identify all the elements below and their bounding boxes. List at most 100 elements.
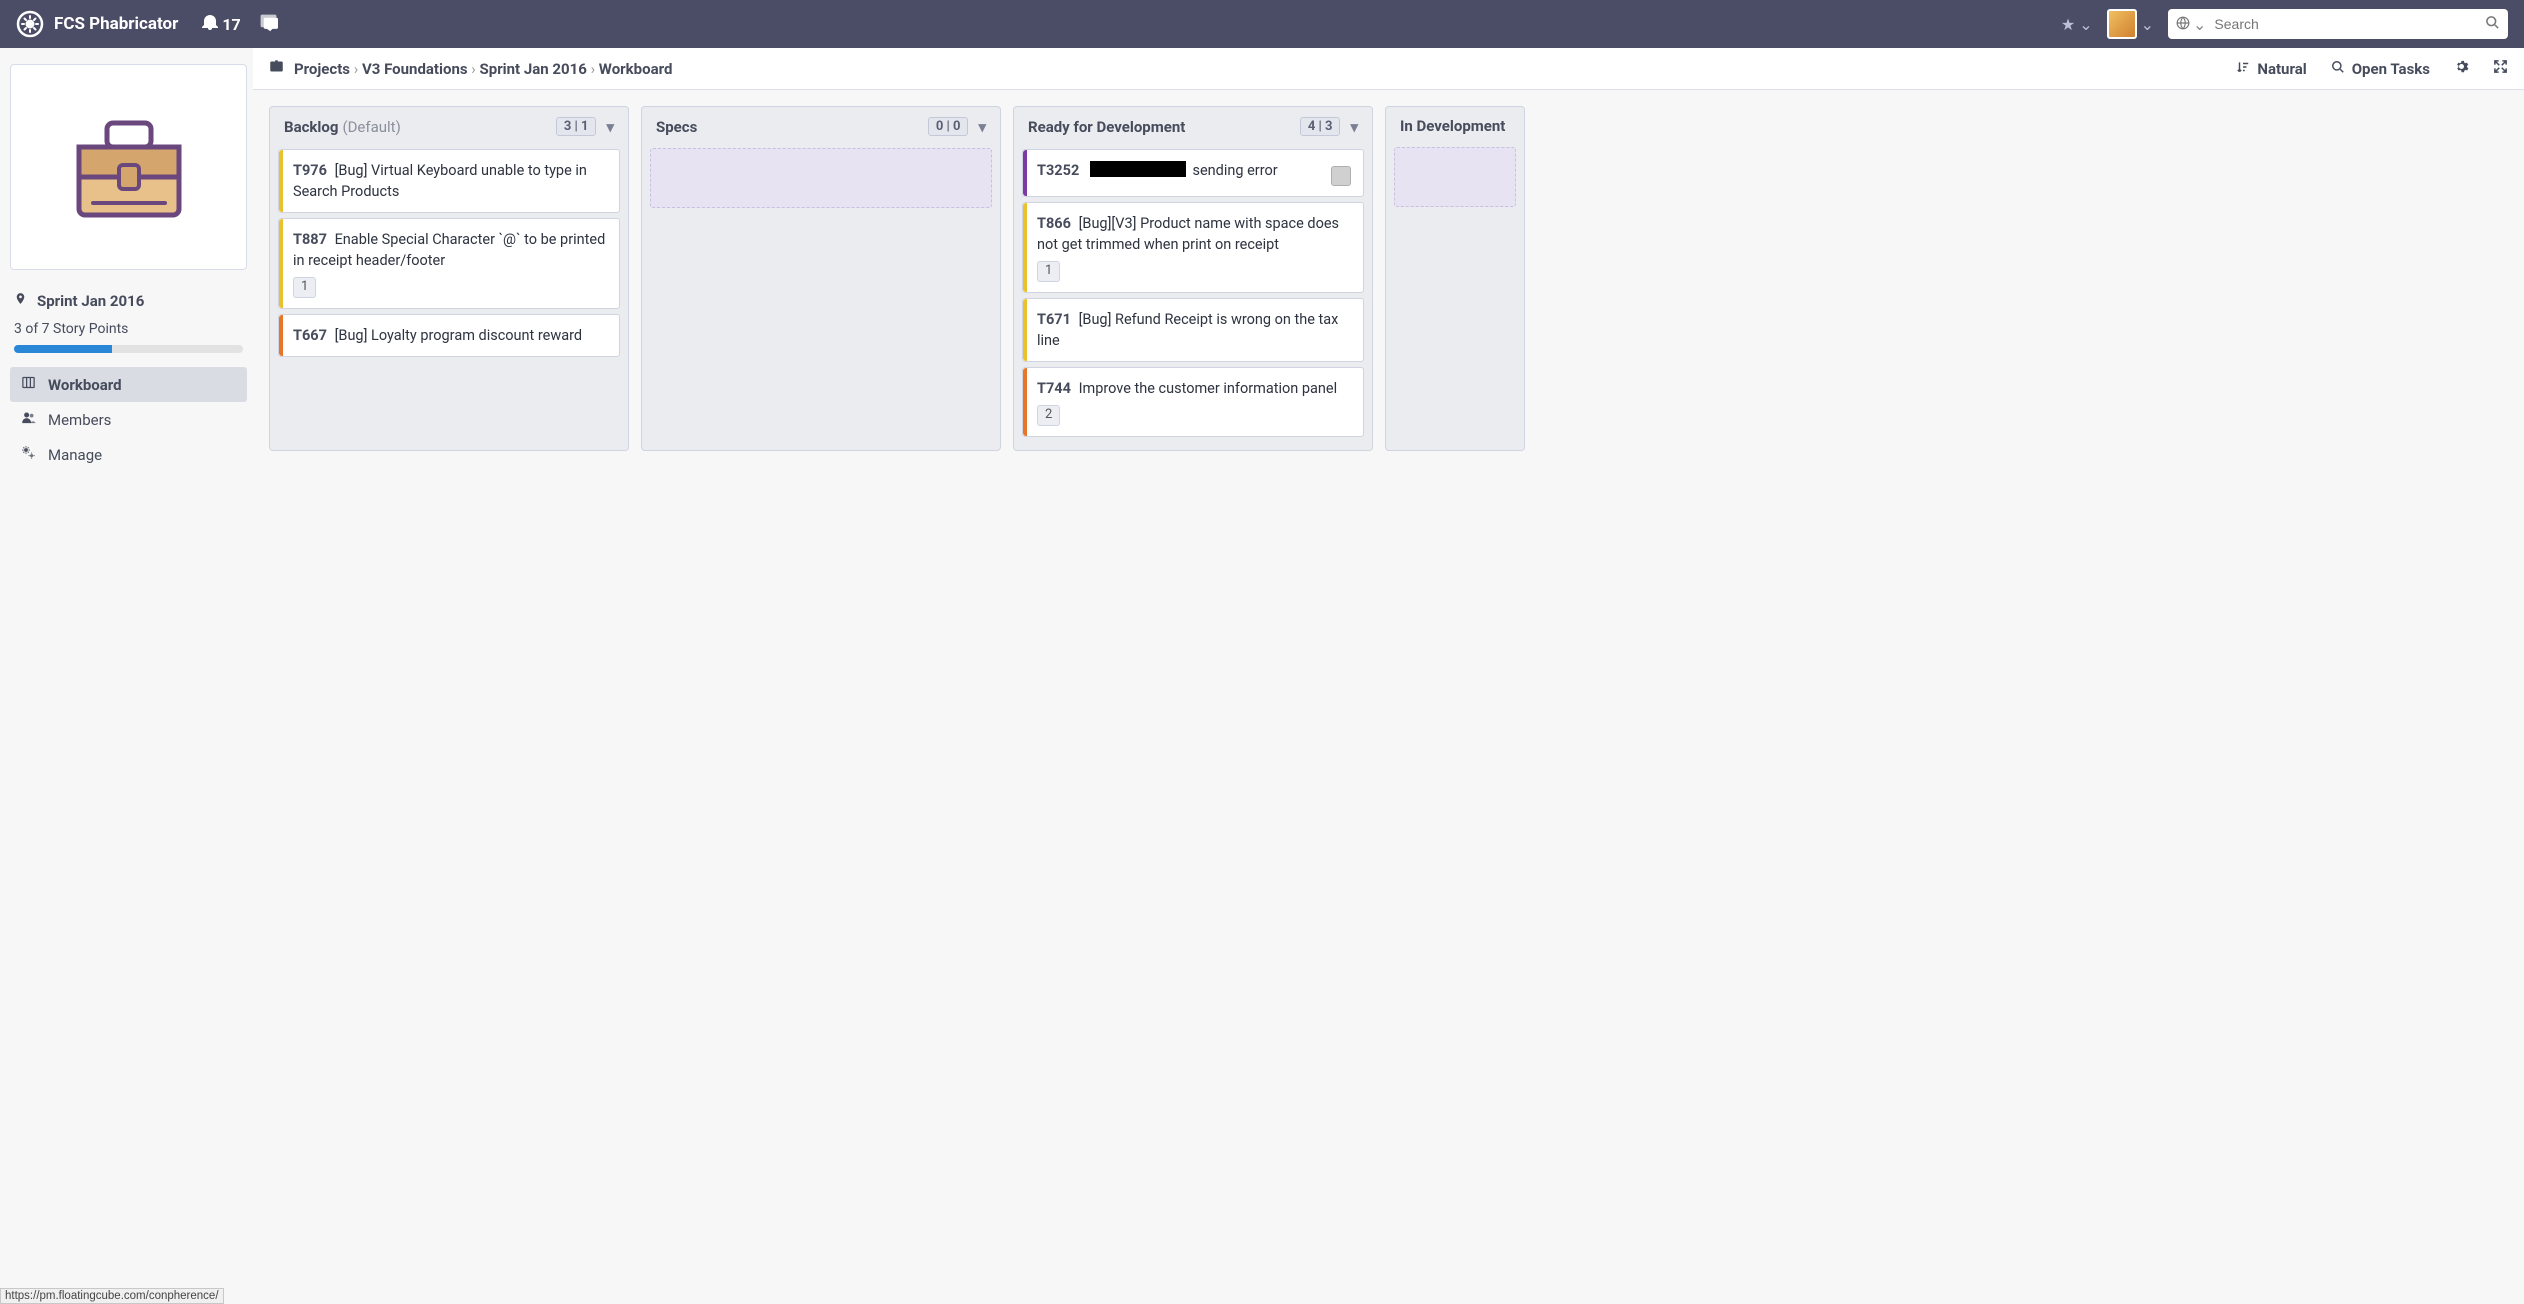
app-header: FCS Phabricator 17 ★ ⌄ ⌄ ⌄: [0, 0, 2524, 48]
globe-icon: [2176, 15, 2190, 34]
task-card[interactable]: T667 [Bug] Loyalty program discount rewa…: [278, 314, 620, 357]
pin-icon: [14, 290, 27, 311]
column-title: Backlog: [284, 118, 338, 136]
board-column: Ready for Development 4 | 3 ▾ T3252 send…: [1013, 106, 1373, 451]
task-card[interactable]: T887 Enable Special Character `@` to be …: [278, 218, 620, 309]
sort-button[interactable]: Natural: [2236, 60, 2306, 78]
crumb-link[interactable]: Projects: [294, 60, 350, 78]
story-points-label: 3 of 7 Story Points: [10, 321, 247, 345]
task-id: T887: [293, 231, 327, 248]
task-id: T671: [1037, 311, 1071, 328]
chevron-down-icon: ⌄: [2193, 15, 2206, 34]
redacted: [1090, 161, 1186, 177]
notif-count: 17: [222, 15, 240, 34]
task-id: T976: [293, 162, 327, 179]
task-card[interactable]: T3252 sending error: [1022, 149, 1364, 197]
dropzone[interactable]: [1394, 147, 1516, 207]
column-menu[interactable]: ▾: [606, 118, 614, 136]
workboard: Backlog (Default) 3 | 1 ▾ T976 [Bug] Vir…: [253, 90, 2524, 467]
task-title: [Bug] Refund Receipt is wrong on the tax…: [1037, 311, 1338, 349]
task-card[interactable]: T866 [Bug][V3] Product name with space d…: [1022, 202, 1364, 293]
task-title: [Bug][V3] Product name with space does n…: [1037, 215, 1339, 253]
crumb-separator: ›: [587, 60, 599, 78]
column-header: Specs 0 | 0 ▾: [648, 107, 994, 144]
phabricator-logo-icon: [16, 10, 44, 38]
task-card[interactable]: T744 Improve the customer information pa…: [1022, 367, 1364, 437]
board-column: Specs 0 | 0 ▾: [641, 106, 1001, 451]
task-title: [Bug] Virtual Keyboard unable to type in…: [293, 162, 587, 200]
crumb-link[interactable]: Sprint Jan 2016: [480, 60, 587, 78]
sidebar-item-label: Manage: [48, 446, 102, 464]
column-counter: 0 | 0: [928, 117, 969, 136]
gear-icon: [2454, 60, 2469, 78]
task-title: Enable Special Character `@` to be print…: [293, 231, 605, 269]
column-counter: 3 | 1: [556, 117, 597, 136]
sidebar-item-label: Workboard: [48, 376, 122, 394]
points-badge: 1: [1037, 261, 1060, 282]
notifications-button[interactable]: 17: [202, 14, 240, 34]
dropzone[interactable]: [650, 148, 992, 208]
search-icon[interactable]: [2485, 15, 2500, 34]
board-column: Backlog (Default) 3 | 1 ▾ T976 [Bug] Vir…: [269, 106, 629, 451]
crumb-link[interactable]: Workboard: [599, 60, 673, 78]
app-logo[interactable]: FCS Phabricator: [16, 10, 178, 38]
sidebar-item-members[interactable]: Members: [10, 402, 247, 437]
sidebar-item-workboard[interactable]: Workboard: [10, 367, 247, 402]
column-header: Ready for Development 4 | 3 ▾: [1020, 107, 1366, 144]
breadcrumb: Projects › V3 Foundations › Sprint Jan 2…: [269, 59, 672, 78]
crumb-link[interactable]: V3 Foundations: [362, 60, 468, 78]
board-icon: [20, 375, 36, 394]
expand-icon: [2493, 60, 2508, 78]
column-title: Specs: [656, 118, 697, 136]
browser-statusbar: https://pm.floatingcube.com/conpherence/: [0, 1288, 224, 1304]
cogs-icon: [20, 445, 36, 464]
task-id: T866: [1037, 215, 1071, 232]
sort-icon: [2236, 60, 2250, 78]
assignee-avatar: [1331, 166, 1351, 186]
story-points-progress: [14, 345, 243, 353]
crumb-separator: ›: [350, 60, 362, 78]
column-header: In Development: [1392, 107, 1518, 143]
task-id: T744: [1037, 380, 1071, 397]
sprint-name-row: Sprint Jan 2016: [10, 290, 247, 321]
progress-fill: [14, 345, 112, 353]
task-card[interactable]: T976 [Bug] Virtual Keyboard unable to ty…: [278, 149, 620, 213]
search-wrap: ⌄: [2168, 9, 2508, 39]
sidebar-item-manage[interactable]: Manage: [10, 437, 247, 472]
task-card[interactable]: T671 [Bug] Refund Receipt is wrong on th…: [1022, 298, 1364, 362]
chat-icon[interactable]: [259, 13, 278, 36]
sidebar: Sprint Jan 2016 3 of 7 Story Points Work…: [0, 48, 253, 488]
filter-label: Open Tasks: [2352, 60, 2430, 78]
app-name: FCS Phabricator: [54, 14, 178, 34]
star-icon: ★: [2061, 15, 2075, 34]
settings-button[interactable]: [2454, 59, 2469, 78]
filter-button[interactable]: Open Tasks: [2331, 60, 2430, 78]
task-id: T3252: [1037, 162, 1079, 179]
bell-icon: [202, 14, 218, 34]
column-title: In Development: [1400, 117, 1505, 135]
column-menu[interactable]: ▾: [1350, 118, 1358, 136]
task-id: T667: [293, 327, 327, 344]
user-menu[interactable]: ⌄: [2107, 9, 2154, 39]
sidebar-item-label: Members: [48, 411, 111, 429]
column-counter: 4 | 3: [1300, 117, 1341, 136]
project-card: [10, 64, 247, 270]
avatar: [2107, 9, 2137, 39]
board-column: In Development: [1385, 106, 1525, 451]
briefcase-icon: [269, 59, 284, 78]
search-icon: [2331, 60, 2345, 78]
search-scope[interactable]: ⌄: [2176, 15, 2206, 34]
column-header: Backlog (Default) 3 | 1 ▾: [276, 107, 622, 144]
column-menu[interactable]: ▾: [978, 118, 986, 136]
header-right: ★ ⌄ ⌄ ⌄: [2061, 9, 2508, 39]
sprint-name: Sprint Jan 2016: [37, 292, 144, 310]
fullscreen-button[interactable]: [2493, 59, 2508, 78]
points-badge: 2: [1037, 405, 1060, 426]
favorites-menu[interactable]: ★ ⌄: [2061, 15, 2093, 34]
briefcase-icon: [59, 97, 199, 237]
search-input[interactable]: [2214, 16, 2485, 32]
column-title: Ready for Development: [1028, 118, 1185, 136]
users-icon: [20, 410, 36, 429]
sort-label: Natural: [2257, 60, 2306, 78]
chevron-down-icon: ⌄: [2141, 15, 2154, 34]
